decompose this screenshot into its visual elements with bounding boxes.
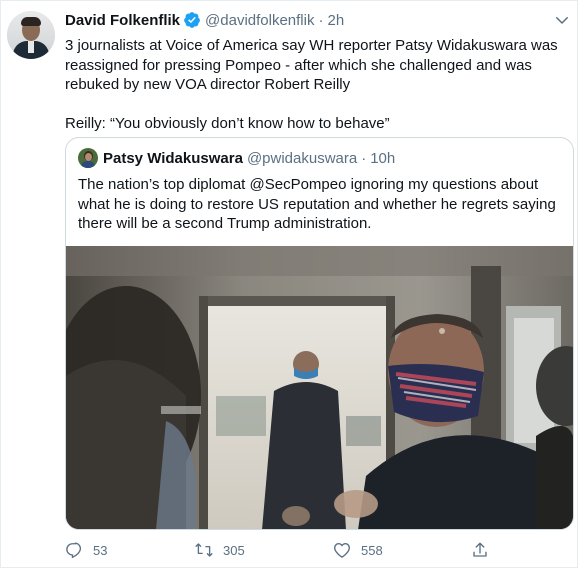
quoted-tweet-text: The nation’s top diplomat @SecPompeo ign… [78, 176, 556, 232]
tweet-paragraph-1: 3 journalists at Voice of America say WH… [65, 37, 558, 93]
retweet-count: 305 [223, 542, 245, 558]
tweet-header: David Folkenflik @davidfolkenflik · 2h [65, 10, 344, 30]
quoted-tweet-header: Patsy Widakuswara @pwidakuswara · 10h [78, 148, 395, 168]
separator-dot: · [318, 11, 324, 29]
more-chevron-icon[interactable] [553, 11, 571, 29]
verified-badge-icon [183, 11, 201, 29]
author-avatar[interactable] [7, 11, 55, 59]
like-button[interactable]: 558 [333, 539, 383, 561]
reply-icon [66, 542, 82, 559]
reply-button[interactable]: 53 [65, 539, 107, 561]
quoted-time: 10h [370, 149, 396, 167]
retweet-icon [195, 543, 213, 557]
author-handle[interactable]: @davidfolkenflik [205, 12, 314, 29]
tweet-paragraph-2: Reilly: “You obviously don’t know how to… [65, 114, 390, 132]
tweet-time[interactable]: 2h [327, 12, 344, 29]
quoted-video-thumbnail[interactable] [66, 246, 573, 529]
share-icon [473, 542, 487, 557]
reply-count: 53 [93, 542, 108, 558]
retweet-button[interactable]: 305 [195, 539, 245, 561]
heart-icon [334, 543, 350, 558]
quoted-author-name: Patsy Widakuswara [103, 149, 243, 167]
quoted-separator-dot: · [361, 149, 367, 167]
like-count: 558 [361, 542, 383, 558]
author-name[interactable]: David Folkenflik [65, 12, 180, 29]
tweet-actions: 53 305 558 [65, 539, 545, 561]
share-button[interactable] [471, 539, 499, 561]
tweet-card[interactable]: David Folkenflik @davidfolkenflik · 2h 3… [0, 0, 578, 568]
quoted-author-handle: @pwidakuswara [246, 149, 358, 167]
quoted-tweet[interactable]: Patsy Widakuswara @pwidakuswara · 10h Th… [65, 137, 574, 530]
quoted-author-avatar [78, 148, 98, 168]
tweet-text: 3 journalists at Voice of America say WH… [65, 36, 565, 133]
